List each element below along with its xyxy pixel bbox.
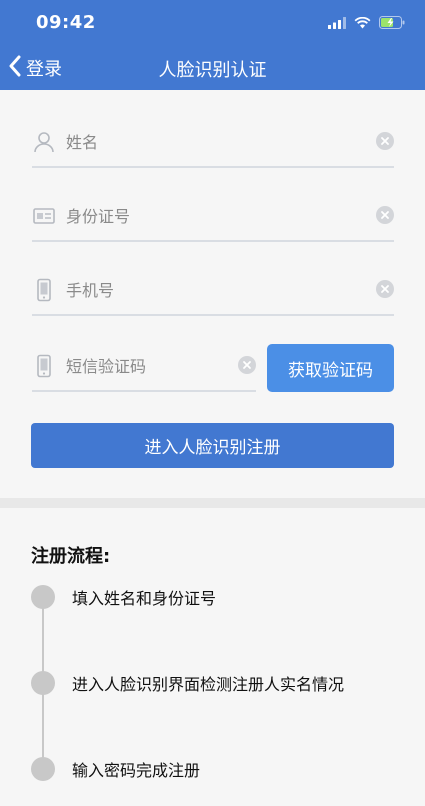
status-time: 09:42 — [36, 12, 96, 33]
process-title: 注册流程: — [31, 546, 111, 567]
user-icon — [32, 130, 56, 154]
step-label: 填入姓名和身份证号 — [72, 589, 217, 608]
phone-icon — [32, 354, 56, 378]
clear-id-icon[interactable] — [376, 206, 394, 224]
id-card-icon — [32, 204, 56, 228]
face-recognition-register-button[interactable]: 进入人脸识别注册 — [31, 423, 394, 468]
status-icons — [328, 14, 405, 33]
step-label: 输入密码完成注册 — [72, 761, 201, 780]
step-dot — [31, 585, 55, 609]
step-dot — [31, 757, 55, 781]
section-divider — [0, 498, 425, 508]
step-label: 进入人脸识别界面检测注册人实名情况 — [72, 675, 345, 694]
registration-process: 注册流程: 填入姓名和身份证号 进入人脸识别界面检测注册人实名情况 输入密码完成… — [0, 508, 425, 806]
status-bar: 09:42 — [0, 0, 425, 44]
clear-phone-icon[interactable] — [376, 280, 394, 298]
wifi-icon — [354, 14, 371, 33]
name-input[interactable] — [66, 128, 356, 156]
id-number-input[interactable] — [66, 202, 356, 230]
sms-code-field — [32, 344, 256, 392]
phone-input[interactable] — [66, 276, 356, 304]
sms-code-input[interactable] — [66, 352, 226, 380]
registration-form: 获取验证码 进入人脸识别注册 — [0, 90, 425, 498]
step-dot — [31, 671, 55, 695]
phone-icon — [32, 278, 56, 302]
id-number-field — [32, 194, 394, 242]
get-code-button[interactable]: 获取验证码 — [267, 344, 394, 392]
name-field — [32, 120, 394, 168]
battery-charging-icon — [379, 14, 405, 33]
clear-sms-icon[interactable] — [238, 356, 256, 374]
nav-bar: 登录 人脸识别认证 — [0, 44, 425, 90]
clear-name-icon[interactable] — [376, 132, 394, 150]
signal-icon — [328, 14, 346, 33]
header: 09:42 登录 人脸识别认证 — [0, 0, 425, 90]
phone-field — [32, 268, 394, 316]
page-title: 人脸识别认证 — [158, 60, 267, 81]
